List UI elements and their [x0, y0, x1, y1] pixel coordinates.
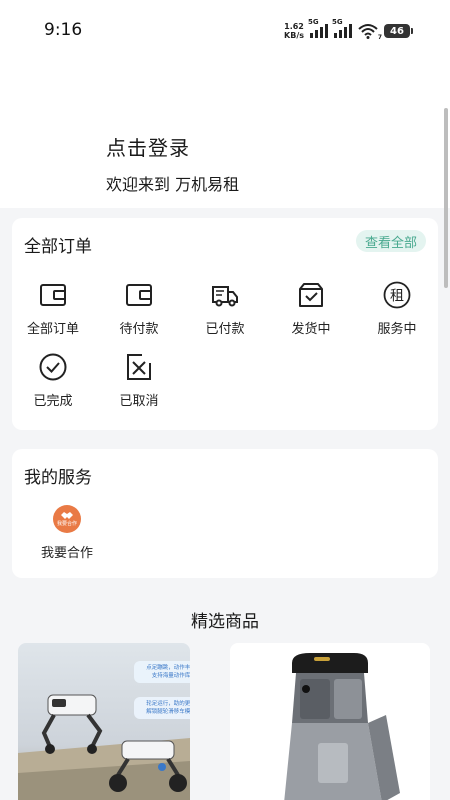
net-speed-unit: KB/s	[284, 31, 304, 40]
net-speed: 1.62 KB/s	[284, 22, 304, 40]
product-badge-line: 轮足运行，助的更快	[146, 701, 190, 707]
product-badge-line: 解锁腿轮滑移车模式	[146, 709, 190, 715]
order-item-paid[interactable]: 已付款	[184, 280, 266, 337]
service-item-cooperate[interactable]: 我要合作 我要合作	[26, 505, 108, 561]
wifi-tag: 7	[377, 34, 382, 41]
order-label: 已完成	[33, 394, 73, 409]
wallet-icon	[126, 284, 152, 306]
services-title: 我的服务	[24, 468, 92, 488]
wallet-icon	[40, 284, 66, 306]
order-item-in-service[interactable]: 租 服务中	[356, 280, 438, 337]
delivery-robot-photo	[284, 653, 400, 800]
order-item-cancelled[interactable]: 已取消	[98, 352, 180, 409]
battery-level: 46	[390, 25, 404, 37]
order-item-shipping[interactable]: 发货中	[270, 280, 352, 337]
truck-icon	[212, 286, 238, 307]
rent-glyph: 租	[390, 289, 404, 305]
order-label: 发货中	[291, 322, 331, 337]
order-item-completed[interactable]: 已完成	[12, 352, 94, 409]
handshake-icon: 我要合作	[53, 505, 81, 533]
signal-icon: 5G	[332, 18, 352, 38]
handshake-icon-text: 我要合作	[56, 521, 77, 527]
package-icon	[299, 283, 323, 307]
order-label: 待付款	[119, 322, 159, 337]
featured-title: 精选商品	[191, 612, 259, 632]
order-label: 已取消	[119, 394, 159, 409]
net-speed-value: 1.62	[284, 22, 304, 31]
product-badge-line: 点足蹦跳，动作丰富	[146, 665, 190, 671]
service-label: 我要合作	[40, 546, 93, 561]
orders-title: 全部订单	[24, 237, 92, 257]
order-item-pending-payment[interactable]: 待付款	[98, 280, 180, 337]
order-label: 全部订单	[26, 322, 79, 337]
signal-icon: 5G	[308, 18, 328, 38]
profile-header: 点击登录 欢迎来到 万机易租	[0, 62, 450, 208]
order-label: 已付款	[205, 322, 245, 337]
product-card[interactable]: 点足蹦跳，动作丰富 支持海量动作库 轮足运行，助的更快 解锁腿轮滑移车模式	[18, 643, 190, 800]
welcome-text: 欢迎来到 万机易租	[106, 175, 240, 194]
check-circle-icon	[39, 353, 67, 381]
order-label: 服务中	[377, 322, 417, 337]
wifi-icon: 7	[358, 23, 382, 41]
product-card[interactable]	[230, 643, 430, 800]
status-time: 9:16	[44, 20, 83, 40]
battery-icon: 46	[384, 24, 413, 38]
product-badge: 点足蹦跳，动作丰富 支持海量动作库	[134, 661, 190, 683]
rent-badge-icon: 租	[383, 281, 411, 309]
orders-card: 全部订单 查看全部 全部订单 待付款 已付款 发货中 租 服务中 已完成 已取消	[12, 218, 438, 430]
order-item-all[interactable]: 全部订单	[12, 280, 94, 337]
signal-tag: 5G	[332, 18, 343, 26]
product-badge: 轮足运行，助的更快 解锁腿轮滑移车模式	[134, 697, 190, 719]
status-icons: 1.62 KB/s 5G 5G 7 46	[284, 18, 413, 42]
services-card: 我的服务 我要合作 我要合作	[12, 449, 438, 578]
scrollbar[interactable]	[444, 108, 448, 288]
cancel-doc-icon	[127, 354, 151, 380]
status-bar: 9:16 1.62 KB/s 5G 5G 7 46	[0, 0, 450, 62]
product-badge-line: 支持海量动作库	[151, 673, 190, 679]
login-link[interactable]: 点击登录	[106, 132, 190, 161]
view-all-button[interactable]: 查看全部	[356, 230, 426, 252]
signal-tag: 5G	[308, 18, 319, 26]
